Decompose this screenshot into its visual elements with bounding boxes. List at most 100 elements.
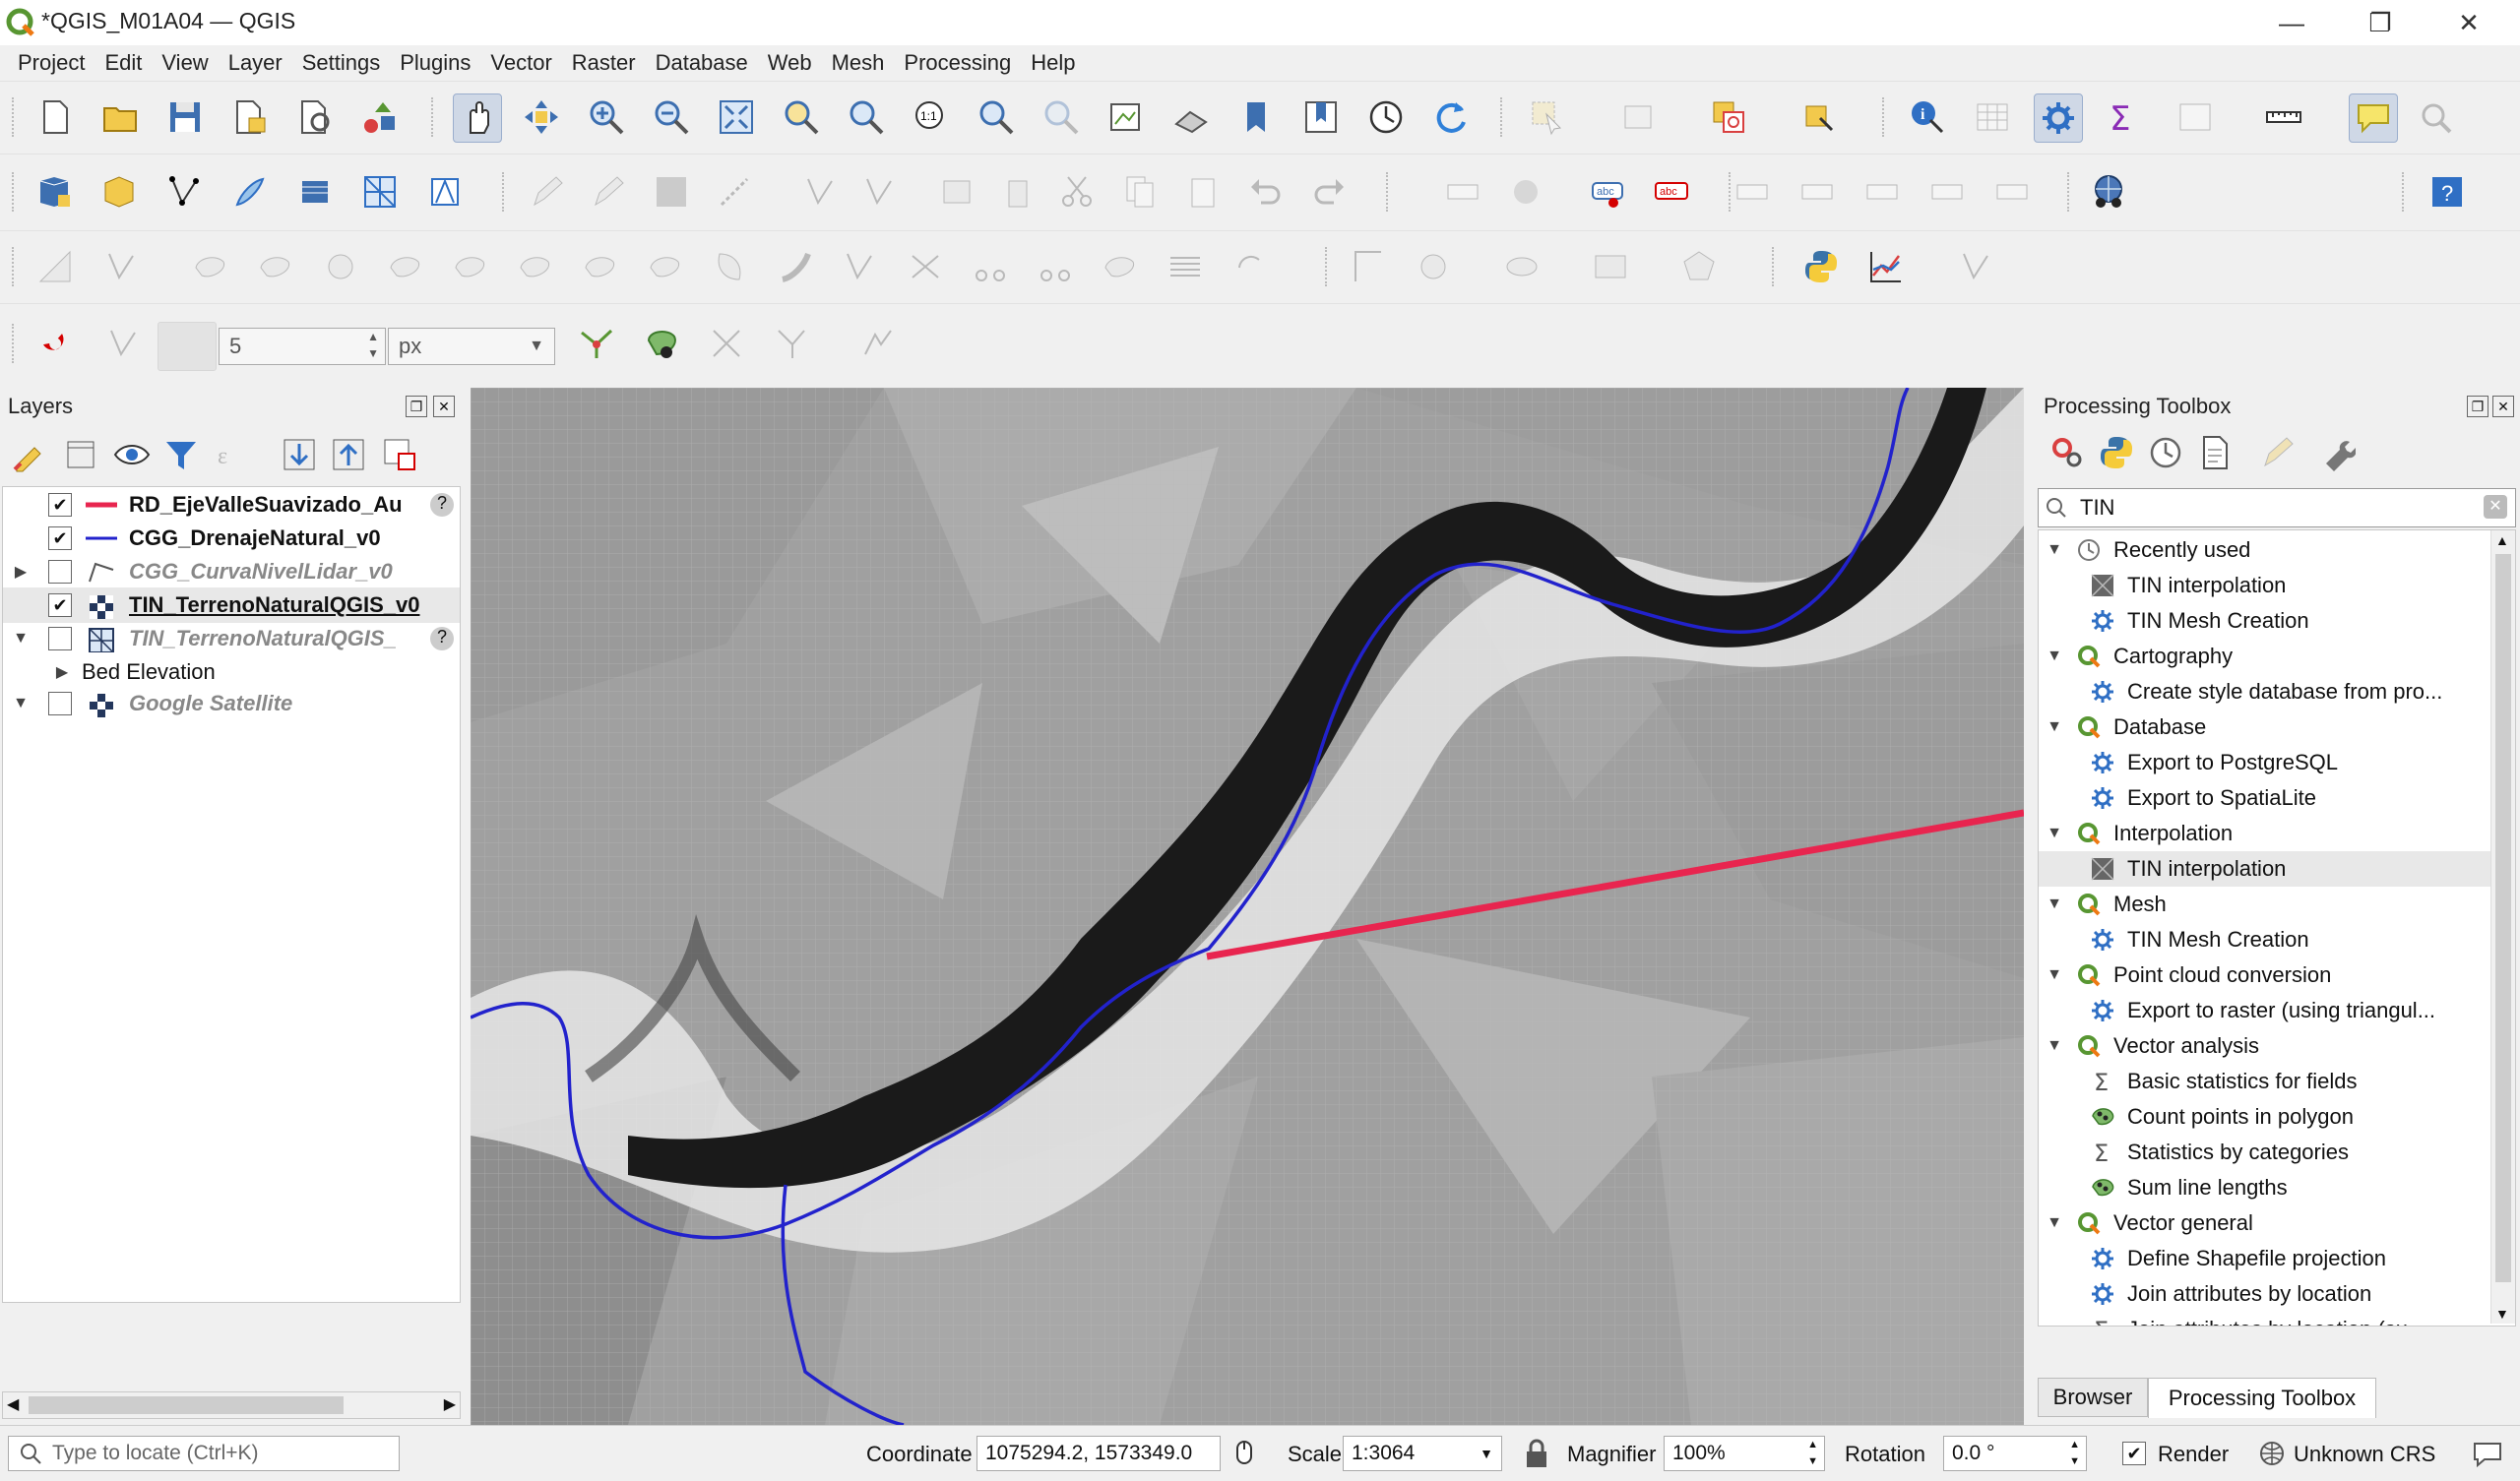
toolbox-algorithm-sum-line-lengths[interactable]: Sum line lengths [2039,1170,2515,1205]
new-temporary-layer-icon[interactable] [226,168,274,216]
toolbox-algorithm-join-attributes-by-location[interactable]: Join attributes by location [2039,1276,2515,1312]
tab-processing-toolbox[interactable]: Processing Toolbox [2148,1378,2376,1418]
menu-mesh[interactable]: Mesh [822,50,895,76]
layout-manager-icon[interactable] [291,93,339,141]
style-manager-icon[interactable] [356,93,404,141]
scale-combobox[interactable]: 1:3064 ▼ [1343,1436,1502,1471]
select-features-icon[interactable] [1524,93,1571,141]
expand-arrow-icon[interactable]: ▶ [54,662,70,682]
delete-selected-icon[interactable] [933,168,980,216]
magnifier-spinbox[interactable]: 100% ▲ ▼ [1664,1436,1825,1471]
data-source-manager-icon[interactable] [32,168,79,216]
new-3d-map-view-icon[interactable] [1167,93,1215,141]
lock-scale-icon[interactable] [1522,1438,1551,1469]
new-shapefile-icon[interactable] [161,168,209,216]
menu-view[interactable]: View [152,50,218,76]
layer-labeling-options-icon[interactable]: abc [1585,168,1632,216]
locator-search-input[interactable]: Type to locate (Ctrl+K) [8,1436,400,1471]
layer-row[interactable]: ▶ CGG_CurvaNivelLidar_v0 [3,554,460,589]
layer-row[interactable]: ▼ TIN_TerrenoNaturalQGIS_ ? [3,621,460,656]
toolbox-group-point-cloud-conversion[interactable]: ▼ Point cloud conversion [2039,957,2515,993]
label-toolbar-icon[interactable] [1439,168,1486,216]
snapping-offset-icon[interactable] [854,320,902,367]
redo-icon[interactable] [1305,168,1353,216]
layer-row[interactable]: ▶ Bed Elevation [3,654,460,690]
scroll-thumb[interactable] [2495,554,2511,1282]
zoom-to-layer-icon[interactable] [843,93,890,141]
snapping-on-intersection-icon[interactable] [638,320,685,367]
layer-row-selected[interactable]: ✔ TIN_TerrenoNaturalQGIS_v0 [3,587,460,623]
paste-features-icon[interactable] [1179,168,1227,216]
tracing-icon[interactable] [768,320,815,367]
menu-raster[interactable]: Raster [562,50,646,76]
diagram-icon[interactable] [1502,168,1549,216]
new-project-icon[interactable] [32,93,79,141]
menu-database[interactable]: Database [646,50,758,76]
close-panel-icon[interactable]: ✕ [2492,396,2514,417]
add-group-icon[interactable] [59,433,102,476]
show-bookmarks-icon[interactable] [1297,93,1345,141]
plugin-globe-icon[interactable] [2085,168,2132,216]
layer-visibility-checkbox[interactable] [48,692,72,715]
collapse-arrow-icon[interactable]: ▼ [13,695,29,712]
cut-features-icon[interactable] [1053,168,1101,216]
temporal-controller-icon[interactable] [1362,93,1410,141]
merge-features-icon[interactable] [1162,243,1209,290]
scroll-thumb[interactable] [29,1396,344,1414]
trim-extend-icon[interactable] [967,243,1014,290]
rotate-label-icon[interactable] [1923,168,1971,216]
toolbox-algorithm-join-attributes-by-location-su[interactable]: Σ Join attributes by location (su... [2039,1312,2515,1326]
menu-processing[interactable]: Processing [894,50,1021,76]
delete-ring-icon[interactable] [642,243,689,290]
toolbox-algorithm-define-shapefile-projection[interactable]: Define Shapefile projection [2039,1241,2515,1276]
undo-icon[interactable] [1242,168,1290,216]
history-icon[interactable] [2146,433,2185,472]
toolbox-algorithm-tin-interpolation[interactable]: TIN interpolation [2039,568,2515,603]
crs-globe-icon[interactable] [2258,1440,2286,1467]
open-field-calculator-icon[interactable] [2172,93,2219,141]
clear-search-icon[interactable]: ✕ [2484,495,2507,519]
messages-icon[interactable] [2471,1438,2504,1469]
float-panel-icon[interactable]: ❐ [406,396,427,417]
refresh-icon[interactable] [1427,93,1475,141]
new-virtual-layer-icon[interactable] [291,168,339,216]
layer-warning-icon[interactable]: ? [430,627,454,650]
toolbox-algorithm-basic-statistics-for-fields[interactable]: Σ Basic statistics for fields [2039,1064,2515,1099]
pin-labels-icon[interactable] [1729,168,1776,216]
snapping-mode-button[interactable] [158,322,217,371]
save-layer-edits-icon[interactable] [648,168,695,216]
simplify-feature-icon[interactable] [382,243,429,290]
split-features-icon[interactable] [1032,243,1079,290]
open-layer-styling-icon[interactable] [8,433,51,476]
menu-settings[interactable]: Settings [292,50,391,76]
toolbox-group-interpolation[interactable]: ▼ Interpolation [2039,816,2515,851]
collapse-arrow-icon[interactable]: ▼ [2047,895,2062,913]
add-part-icon[interactable] [512,243,559,290]
measure-line-icon[interactable] [2260,93,2307,141]
pan-to-selection-icon[interactable] [518,93,565,141]
edit-features-in-place-icon[interactable] [2258,433,2298,472]
layer-visibility-checkbox[interactable]: ✔ [48,493,72,517]
layer-row[interactable]: ▼ Google Satellite [3,686,460,721]
vertex-tool-icon[interactable] [797,168,845,216]
statistical-summary-icon[interactable]: Σ [2099,93,2146,141]
zoom-last-icon[interactable] [973,93,1020,141]
collapse-arrow-icon[interactable]: ▼ [2047,718,2062,736]
offset-curve-icon[interactable] [837,243,884,290]
delete-part-icon[interactable] [707,243,754,290]
reshape-features-icon[interactable] [772,243,819,290]
render-checkbox[interactable]: ✔ [2122,1442,2146,1465]
polygon-digitizing-icon[interactable] [1675,243,1723,290]
locator-settings-icon[interactable] [2412,93,2459,141]
toolbox-algorithm-tin-mesh-creation[interactable]: TIN Mesh Creation [2039,922,2515,957]
filter-by-expression-icon[interactable]: ε [211,433,254,476]
add-ring-icon[interactable] [447,243,494,290]
self-snapping-icon[interactable] [703,320,750,367]
new-spatial-bookmark-icon[interactable] [1232,93,1280,141]
layer-warning-icon[interactable]: ? [430,493,454,517]
toolbox-group-database[interactable]: ▼ Database [2039,710,2515,745]
trash-icon[interactable] [994,168,1041,216]
collapse-arrow-icon[interactable]: ▼ [2047,1037,2062,1055]
copy-move-feature-icon[interactable] [252,243,299,290]
float-panel-icon[interactable]: ❐ [2467,396,2488,417]
